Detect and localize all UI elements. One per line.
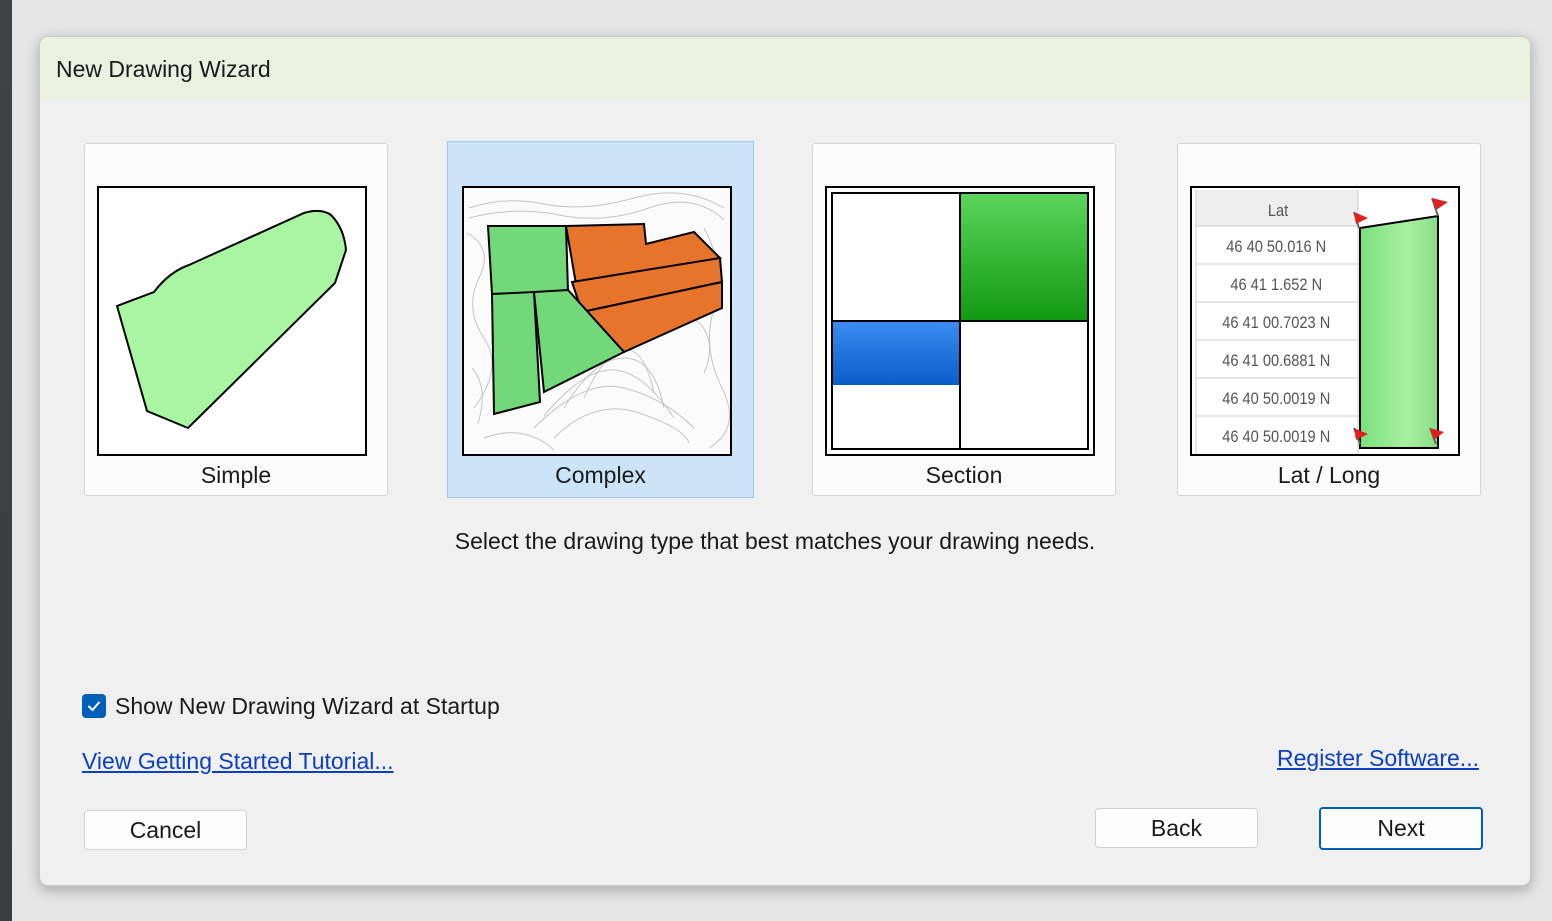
simple-thumbnail [97, 186, 367, 456]
startup-checkbox-label[interactable]: Show New Drawing Wizard at Startup [115, 693, 500, 720]
latlong-table-icon: Lat 46 40 50.016 N 46 41 1.652 N 46 41 0… [1192, 188, 1458, 454]
option-label-simple: Simple [200, 462, 272, 488]
complex-thumbnail [462, 186, 732, 456]
lat-row: 46 41 00.7023 N [1222, 314, 1330, 332]
simple-polygon-icon [115, 209, 348, 430]
next-button[interactable]: Next [1319, 807, 1483, 850]
lat-row: 46 41 00.6881 N [1222, 352, 1330, 370]
instruction-text: Select the drawing type that best matche… [454, 528, 1096, 554]
startup-checkbox-row[interactable]: Show New Drawing Wizard at Startup [82, 691, 500, 721]
option-label-latlong: Lat / Long [1277, 462, 1381, 488]
lat-row: 46 40 50.0019 N [1222, 390, 1330, 408]
option-label-section: Section [925, 462, 1003, 488]
back-button[interactable]: Back [1095, 808, 1258, 848]
checkmark-icon [88, 701, 100, 711]
lat-header: Lat [1268, 202, 1289, 220]
dialog-title: New Drawing Wizard [56, 56, 271, 82]
lat-row: 46 40 50.0019 N [1222, 428, 1330, 446]
startup-checkbox[interactable] [82, 694, 106, 718]
latlong-thumbnail: Lat 46 40 50.016 N 46 41 1.652 N 46 41 0… [1190, 186, 1460, 456]
new-drawing-wizard-dialog: New Drawing Wizard Simple Complex Sectio… [39, 36, 1531, 886]
getting-started-tutorial-link[interactable]: View Getting Started Tutorial... [82, 748, 394, 775]
complex-parcels-icon [464, 188, 730, 454]
lat-row: 46 40 50.016 N [1226, 238, 1326, 256]
option-card-latlong[interactable]: Lat 46 40 50.016 N 46 41 1.652 N 46 41 0… [1177, 143, 1481, 496]
option-label-complex: Complex [555, 462, 646, 488]
lat-row: 46 41 1.652 N [1230, 276, 1322, 294]
cancel-button[interactable]: Cancel [84, 810, 247, 850]
option-card-simple[interactable]: Simple [84, 143, 388, 496]
section-thumbnail [825, 186, 1095, 456]
option-card-complex[interactable]: Complex [447, 141, 754, 498]
dialog-title-bar: New Drawing Wizard [40, 37, 1530, 99]
option-card-section[interactable]: Section [812, 143, 1116, 496]
section-grid-icon [831, 192, 1089, 450]
register-software-link[interactable]: Register Software... [1277, 745, 1479, 772]
